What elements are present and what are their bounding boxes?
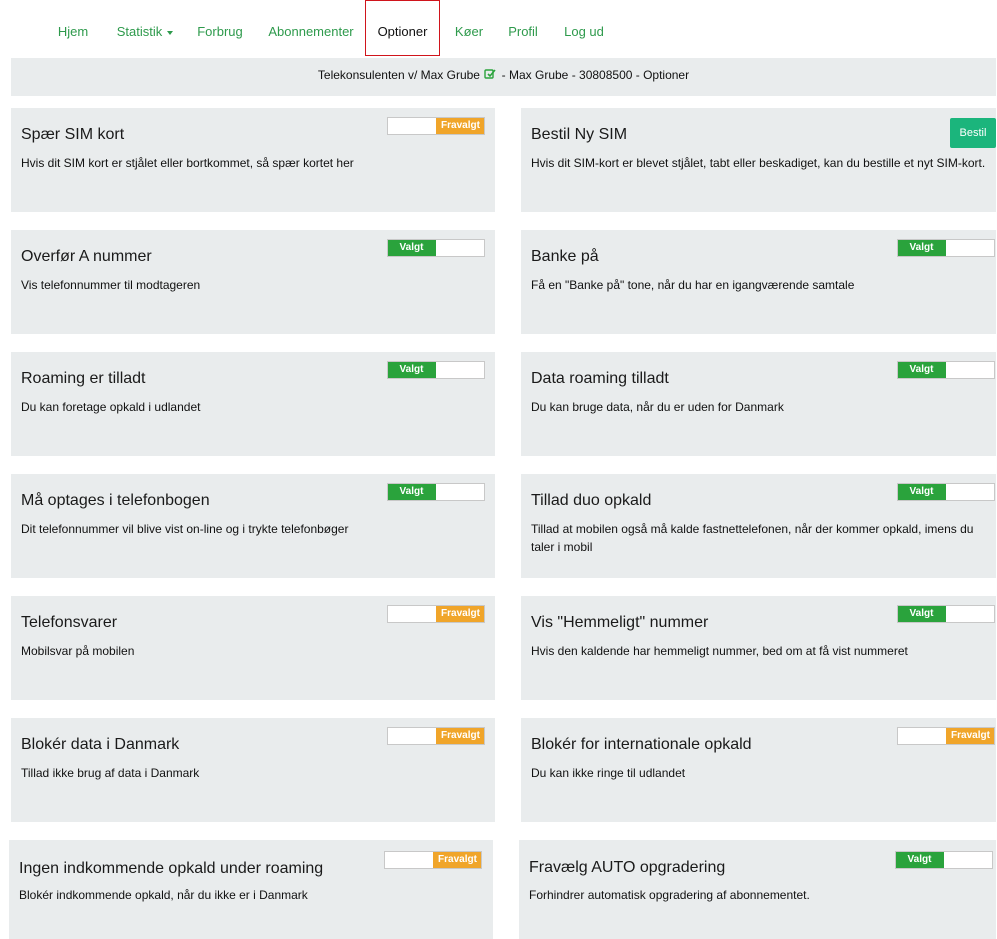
option-title: Banke på (531, 248, 599, 265)
option-card-auto-opgradering: Fravælg AUTO opgradering Forhindrer auto… (519, 840, 996, 939)
option-title: Data roaming tilladt (531, 370, 669, 387)
option-card-bestil-sim: Bestil Ny SIM Hvis dit SIM-kort er bleve… (521, 108, 996, 212)
option-card-data-roaming: Data roaming tilladt Du kan bruge data, … (521, 352, 996, 456)
toggle-state-label: Valgt (896, 852, 944, 868)
option-title: Telefonsvarer (21, 614, 118, 631)
bestil-button[interactable]: Bestil (950, 118, 996, 148)
toggle-state-label: Valgt (898, 484, 946, 500)
option-description: Du kan bruge data, når du er uden for Da… (531, 400, 784, 414)
option-description: Forhindrer automatisk opgradering af abo… (529, 888, 810, 902)
option-title: Blokér for internationale opkald (531, 736, 752, 753)
option-title: Vis "Hemmeligt" nummer (531, 614, 709, 631)
option-toggle[interactable]: Valgt (897, 361, 995, 379)
option-card-spaer-sim: Spær SIM kort Hvis dit SIM kort er stjål… (11, 108, 495, 212)
option-title: Bestil Ny SIM (531, 126, 628, 143)
option-title: Må optages i telefonbogen (21, 492, 210, 509)
option-description: Vis telefonnummer til modtageren (21, 278, 201, 292)
nav-log-ud[interactable]: Log ud (558, 0, 610, 56)
option-description: Blokér indkommende opkald, når du ikke e… (19, 888, 308, 902)
toggle-state-label: Fravalgt (436, 606, 484, 622)
option-toggle[interactable]: Fravalgt (384, 851, 482, 869)
option-card-telefonsvarer: Telefonsvarer Mobilsvar på mobilen Frava… (11, 596, 495, 700)
option-title: Blokér data i Danmark (21, 736, 180, 753)
nav-optioner[interactable]: Optioner (365, 0, 440, 56)
option-card-hemmeligt-nummer: Vis "Hemmeligt" nummer Hvis den kaldende… (521, 596, 996, 700)
option-title: Overfør A nummer (21, 248, 152, 265)
toggle-state-label: Valgt (388, 362, 436, 378)
toggle-state-label: Fravalgt (436, 118, 484, 134)
nav-label: Profil (508, 24, 538, 39)
option-card-bloker-internationale: Blokér for internationale opkald Du kan … (521, 718, 996, 822)
option-description: Du kan ikke ringe til udlandet (531, 766, 686, 780)
option-description: Du kan foretage opkald i udlandet (21, 400, 201, 414)
option-toggle[interactable]: Fravalgt (387, 117, 485, 135)
toggle-state-label: Fravalgt (946, 728, 994, 744)
toggle-state-label: Valgt (898, 240, 946, 256)
nav-label: Køer (454, 24, 484, 39)
nav-label: Hjem (57, 24, 89, 39)
nav-profil[interactable]: Profil (502, 0, 544, 56)
option-description: Hvis den kaldende har hemmeligt nummer, … (531, 644, 908, 658)
option-toggle[interactable]: Fravalgt (387, 605, 485, 623)
toggle-state-label: Valgt (388, 484, 436, 500)
option-card-ingen-indkommende: Ingen indkommende opkald under roaming B… (9, 840, 493, 939)
option-description: Dit telefonnummer vil blive vist on-line… (21, 522, 349, 536)
option-card-bloker-data: Blokér data i Danmark Tillad ikke brug a… (11, 718, 495, 822)
toggle-state-label: Fravalgt (433, 852, 481, 868)
option-card-overfoer-a-nummer: Overfør A nummer Vis telefonnummer til m… (11, 230, 495, 334)
option-toggle[interactable]: Valgt (897, 239, 995, 257)
account-details-text: - Max Grube - 30808500 - Optioner (501, 68, 690, 82)
edit-icon[interactable] (484, 59, 496, 79)
option-toggle[interactable]: Fravalgt (897, 727, 995, 745)
top-nav: Hjem Statistik Forbrug Abonnementer Opti… (0, 0, 997, 58)
option-title: Roaming er tilladt (21, 370, 146, 387)
option-toggle[interactable]: Valgt (387, 239, 485, 257)
toggle-state-label: Fravalgt (436, 728, 484, 744)
option-title: Ingen indkommende opkald under roaming (19, 860, 324, 877)
account-info-bar: Telekonsulenten v/ Max Grube - Max Grube… (11, 58, 996, 96)
option-description: Få en "Banke på" tone, når du har en iga… (531, 278, 855, 292)
nav-forbrug[interactable]: Forbrug (189, 0, 251, 56)
option-toggle[interactable]: Valgt (897, 483, 995, 501)
option-description: Hvis dit SIM-kort er blevet stjålet, tab… (531, 156, 986, 170)
nav-label: Optioner (377, 24, 428, 39)
nav-koer[interactable]: Køer (446, 0, 492, 56)
account-owner-text: Telekonsulenten v/ Max Grube (317, 68, 480, 82)
option-toggle[interactable]: Valgt (895, 851, 993, 869)
option-description: Hvis dit SIM kort er stjålet eller bortk… (21, 156, 354, 170)
nav-hjem[interactable]: Hjem (50, 0, 96, 56)
option-title: Tillad duo opkald (531, 492, 652, 509)
nav-abonnementer[interactable]: Abonnementer (262, 0, 360, 56)
option-card-banke-paa: Banke på Få en "Banke på" tone, når du h… (521, 230, 996, 334)
option-title: Spær SIM kort (21, 126, 125, 143)
option-card-roaming-tilladt: Roaming er tilladt Du kan foretage opkal… (11, 352, 495, 456)
option-toggle[interactable]: Valgt (387, 483, 485, 501)
option-toggle[interactable]: Valgt (387, 361, 485, 379)
caret-down-icon (167, 30, 174, 35)
nav-label: Abonnementer (268, 24, 354, 39)
nav-statistik-dropdown[interactable]: Statistik (106, 0, 184, 56)
toggle-state-label: Valgt (388, 240, 436, 256)
option-toggle[interactable]: Fravalgt (387, 727, 485, 745)
nav-label: Statistik (116, 24, 163, 39)
option-description: Tillad at mobilen også må kalde fastnett… (531, 522, 974, 554)
toggle-state-label: Valgt (898, 362, 946, 378)
option-title: Fravælg AUTO opgradering (529, 859, 726, 876)
option-card-telefonbogen: Må optages i telefonbogen Dit telefonnum… (11, 474, 495, 578)
option-description: Tillad ikke brug af data i Danmark (21, 766, 200, 780)
nav-label: Forbrug (197, 24, 243, 39)
option-description: Mobilsvar på mobilen (21, 644, 135, 658)
option-card-duo-opkald: Tillad duo opkald Tillad at mobilen også… (521, 474, 996, 578)
nav-label: Log ud (564, 24, 604, 39)
toggle-state-label: Valgt (898, 606, 946, 622)
option-toggle[interactable]: Valgt (897, 605, 995, 623)
